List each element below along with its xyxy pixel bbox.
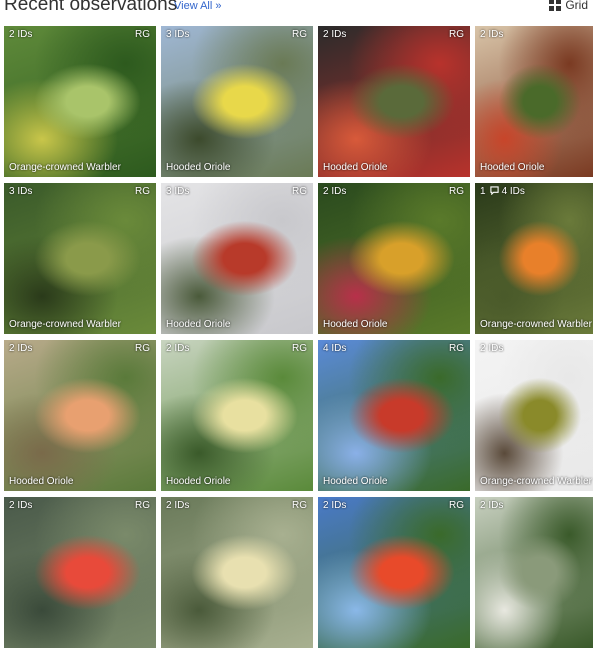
observation-tile[interactable]: 3 IDs RG Hooded Oriole (161, 26, 313, 177)
observation-photo (318, 497, 470, 648)
ids-label: 2 IDs (480, 500, 504, 511)
ids-count: 4 IDs (323, 343, 346, 354)
ids-count: 2 IDs (323, 29, 346, 40)
species-name: Hooded Oriole (166, 476, 231, 487)
species-name: Hooded Oriole (323, 476, 388, 487)
ids-label: 2 IDs (166, 500, 190, 511)
ids-label: 2 IDs (323, 29, 347, 40)
observation-photo (475, 26, 593, 177)
ids-count: 2 IDs (166, 343, 189, 354)
observation-tile[interactable]: 2 IDs RG (318, 497, 470, 648)
observation-tile[interactable]: 1 4 IDs Orange-crowned Warbler (475, 183, 593, 334)
ids-label: 2 IDs (9, 343, 33, 354)
species-name: Hooded Oriole (166, 162, 231, 173)
observation-photo (318, 183, 470, 334)
observation-photo (318, 26, 470, 177)
quality-grade-badge: RG (449, 500, 464, 511)
quality-grade-badge: RG (292, 500, 307, 511)
observation-photo (161, 26, 313, 177)
ids-count: 3 IDs (166, 186, 189, 197)
species-name: Orange-crowned Warbler (9, 319, 121, 330)
species-name: Hooded Oriole (323, 319, 388, 330)
species-name: Orange-crowned Warbler (9, 162, 121, 173)
quality-grade-badge: RG (449, 343, 464, 354)
observation-photo (318, 340, 470, 491)
quality-grade-badge: RG (292, 343, 307, 354)
ids-count: 2 IDs (9, 343, 32, 354)
grid-view-toggle[interactable]: Grid (549, 0, 588, 12)
quality-grade-badge: RG (135, 29, 150, 40)
observation-tile[interactable]: 2 IDs RG Hooded Oriole (161, 340, 313, 491)
ids-count: 1 4 IDs (480, 186, 525, 197)
observation-tile[interactable]: 3 IDs RG Orange-crowned Warbler (4, 183, 156, 334)
ids-count: 2 IDs (480, 500, 503, 511)
quality-grade-badge: RG (135, 500, 150, 511)
observation-tile[interactable]: 2 IDs RG Hooded Oriole (318, 26, 470, 177)
observation-tile[interactable]: 2 IDs Orange-crowned Warbler (475, 340, 593, 491)
observation-photo (161, 183, 313, 334)
ids-count: 2 IDs (9, 500, 32, 511)
ids-count: 2 IDs (480, 343, 503, 354)
ids-label: 2 IDs (323, 500, 347, 511)
quality-grade-badge: RG (292, 186, 307, 197)
observation-photo (475, 497, 593, 648)
observation-tile[interactable]: 2 IDs (475, 497, 593, 648)
species-name: Orange-crowned Warbler (480, 476, 592, 487)
observation-photo (475, 183, 593, 334)
page-title: Recent observations (4, 0, 178, 15)
observation-photo (161, 340, 313, 491)
quality-grade-badge: RG (135, 343, 150, 354)
ids-label: 2 IDs (480, 29, 504, 40)
species-name: Hooded Oriole (480, 162, 545, 173)
observation-tile[interactable]: 2 IDs RG Hooded Oriole (4, 340, 156, 491)
observation-tile[interactable]: 4 IDs RG Hooded Oriole (318, 340, 470, 491)
observation-tile[interactable]: 2 IDs Hooded Oriole (475, 26, 593, 177)
observation-photo (4, 497, 156, 648)
quality-grade-badge: RG (449, 29, 464, 40)
ids-label: 2 IDs (480, 343, 504, 354)
ids-count: 2 IDs (166, 500, 189, 511)
header: Recent observations View All » Grid (0, 0, 593, 20)
ids-label: 2 IDs (9, 500, 33, 511)
species-name: Hooded Oriole (323, 162, 388, 173)
observation-tile[interactable]: 2 IDs RG (4, 497, 156, 648)
grid-label: Grid (565, 0, 588, 12)
quality-grade-badge: RG (449, 186, 464, 197)
ids-count: 2 IDs (323, 186, 346, 197)
species-name: Hooded Oriole (9, 476, 74, 487)
ids-label: 2 IDs (323, 186, 347, 197)
ids-label: 4 IDs (501, 186, 525, 197)
observation-photo (4, 340, 156, 491)
comments-count: 1 (480, 186, 486, 197)
ids-count: 2 IDs (480, 29, 503, 40)
ids-label: 3 IDs (166, 29, 190, 40)
grid-icon (549, 0, 562, 11)
quality-grade-badge: RG (292, 29, 307, 40)
observation-photo (475, 340, 593, 491)
observation-tile[interactable]: 2 IDs RG Orange-crowned Warbler (4, 26, 156, 177)
view-all-link[interactable]: View All » (174, 0, 222, 12)
species-name: Hooded Oriole (166, 319, 231, 330)
ids-count: 2 IDs (323, 500, 346, 511)
ids-count: 3 IDs (166, 29, 189, 40)
ids-label: 3 IDs (9, 186, 33, 197)
ids-label: 2 IDs (9, 29, 33, 40)
observation-photo (4, 183, 156, 334)
observation-photo (161, 497, 313, 648)
comment-icon (489, 186, 499, 195)
ids-count: 3 IDs (9, 186, 32, 197)
ids-label: 2 IDs (166, 343, 190, 354)
observation-tile[interactable]: 2 IDs RG (161, 497, 313, 648)
observation-photo (4, 26, 156, 177)
ids-label: 4 IDs (323, 343, 347, 354)
ids-label: 3 IDs (166, 186, 190, 197)
ids-count: 2 IDs (9, 29, 32, 40)
quality-grade-badge: RG (135, 186, 150, 197)
observation-tile[interactable]: 2 IDs RG Hooded Oriole (318, 183, 470, 334)
species-name: Orange-crowned Warbler (480, 319, 592, 330)
observation-tile[interactable]: 3 IDs RG Hooded Oriole (161, 183, 313, 334)
